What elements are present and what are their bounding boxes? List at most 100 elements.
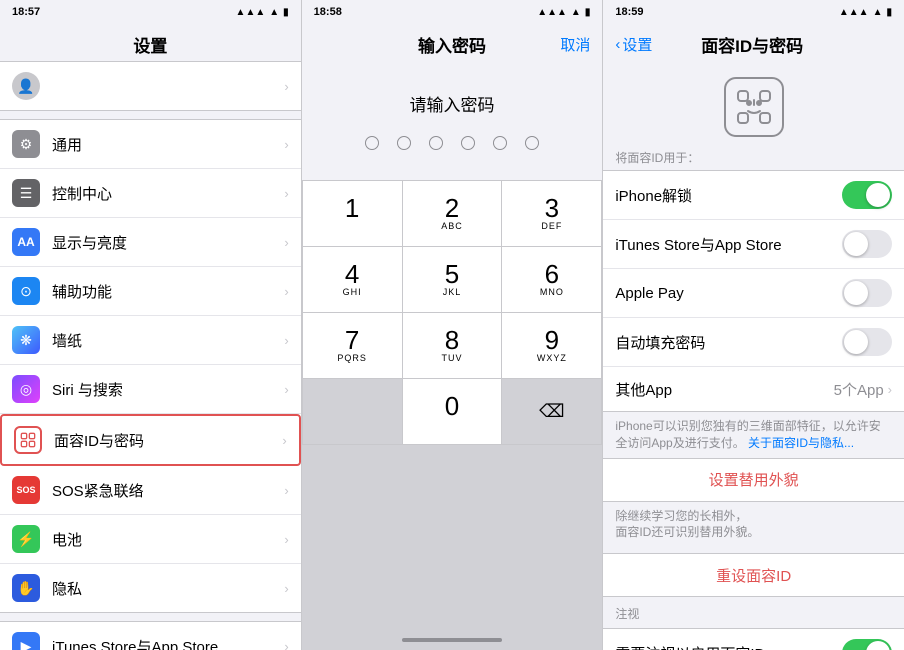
status-icons-1: ▲▲▲ ▲ ▮ <box>236 7 289 18</box>
faceid-item-autofill: 自动填充密码 <box>603 318 904 367</box>
toggle-thumb-attention <box>866 641 890 650</box>
time-1: 18:57 <box>12 6 40 18</box>
settings-panel: 18:57 ▲▲▲ ▲ ▮ 设置 👤 › ⚙ 通用 › ☰ 控制中心 <box>0 0 302 650</box>
key-1[interactable]: 1 <box>303 181 403 247</box>
keypad: 1 2 ABC 3 DEF 4 GHI 5 JKL 6 MNO 7 PQRS 8 <box>302 180 603 445</box>
sos-icon: SOS <box>12 476 40 504</box>
battery-icon: ▮ <box>283 7 289 18</box>
toggle-autofill[interactable] <box>842 328 892 356</box>
settings-item-general[interactable]: ⚙ 通用 › <box>0 120 301 169</box>
faceid-item-itunes: iTunes Store与App Store <box>603 220 904 269</box>
key-6[interactable]: 6 MNO <box>502 247 602 313</box>
key-9[interactable]: 9 WXYZ <box>502 313 602 379</box>
settings-item-faceid[interactable]: 面容ID与密码 › <box>0 414 301 466</box>
faceid-item-otherapps[interactable]: 其他App 5个App › <box>603 367 904 411</box>
faceid-toggle-group: iPhone解锁 iTunes Store与App Store Apple Pa… <box>603 170 904 412</box>
key-delete[interactable]: ⌫ <box>502 379 602 445</box>
wallpaper-icon: ❋ <box>12 326 40 354</box>
dot-1 <box>365 136 379 150</box>
signal-icon-3: ▲▲▲ <box>839 7 869 18</box>
passcode-dots <box>302 136 603 150</box>
key-5[interactable]: 5 JKL <box>403 247 503 313</box>
faceid-symbol <box>724 77 784 137</box>
battery-settings-icon: ⚡ <box>12 525 40 553</box>
passcode-nav-title: 输入密码 <box>418 32 486 57</box>
settings-item-sos[interactable]: SOS SOS紧急联络 › <box>0 466 301 515</box>
wifi-icon-2: ▲ <box>571 7 581 18</box>
settings-item-battery[interactable]: ⚡ 电池 › <box>0 515 301 564</box>
faceid-nav-title: 面容ID与密码 <box>652 32 852 57</box>
dot-3 <box>429 136 443 150</box>
settings-section-top: 👤 › <box>0 61 301 111</box>
faceid-icon-area <box>603 61 904 145</box>
toggle-thumb-autofill <box>844 330 868 354</box>
key-0[interactable]: 0 <box>403 379 503 445</box>
settings-item-display[interactable]: AA 显示与亮度 › <box>0 218 301 267</box>
settings-item-control[interactable]: ☰ 控制中心 › <box>0 169 301 218</box>
dot-4 <box>461 136 475 150</box>
settings-section-bottom: ▶ iTunes Store与App Store › ◼ 钱包与Apple Pa… <box>0 621 301 650</box>
status-bar-2: 18:58 ▲▲▲ ▲ ▮ <box>302 0 603 24</box>
wifi-icon: ▲ <box>269 7 279 18</box>
itunes-icon: ▶ <box>12 632 40 650</box>
toggle-attention[interactable] <box>842 639 892 650</box>
passcode-nav: 输入密码 取消 <box>302 24 603 61</box>
settings-item-siri[interactable]: ◎ Siri 与搜索 › <box>0 365 301 414</box>
home-bar-area <box>302 445 603 650</box>
faceid-nav: ‹ 设置 面容ID与密码 <box>603 24 904 61</box>
toggle-thumb <box>866 183 890 207</box>
setup-alt-button[interactable]: 设置替用外貌 <box>603 458 904 502</box>
status-bar-3: 18:59 ▲▲▲ ▲ ▮ <box>603 0 904 24</box>
display-icon: AA <box>12 228 40 256</box>
key-2[interactable]: 2 ABC <box>403 181 503 247</box>
key-empty <box>303 379 403 445</box>
dot-2 <box>397 136 411 150</box>
passcode-panel: 18:58 ▲▲▲ ▲ ▮ 输入密码 取消 请输入密码 1 2 ABC 3 DE… <box>302 0 604 650</box>
wifi-icon-3: ▲ <box>873 7 883 18</box>
toggle-thumb-itunes <box>844 232 868 256</box>
passcode-prompt: 请输入密码 <box>302 91 603 116</box>
faceid-item-iphone-unlock: iPhone解锁 <box>603 171 904 220</box>
back-label: 设置 <box>622 34 652 55</box>
siri-icon: ◎ <box>12 375 40 403</box>
toggle-iphone-unlock[interactable] <box>842 181 892 209</box>
faceid-privacy-link[interactable]: 关于面容ID与隐私... <box>748 436 854 450</box>
notice-section: 注视 <box>603 597 904 628</box>
toggle-thumb-applepay <box>844 281 868 305</box>
settings-item-access[interactable]: ⊙ 辅助功能 › <box>0 267 301 316</box>
control-icon: ☰ <box>12 179 40 207</box>
faceid-content: 将面容ID用于： iPhone解锁 iTunes Store与App Store… <box>603 61 904 650</box>
key-7[interactable]: 7 PQRS <box>303 313 403 379</box>
faceid-panel: 18:59 ▲▲▲ ▲ ▮ ‹ 设置 面容ID与密码 <box>603 0 904 650</box>
toggle-itunes[interactable] <box>842 230 892 258</box>
time-2: 18:58 <box>314 6 342 18</box>
battery-icon-2: ▮ <box>585 7 591 18</box>
chevron-otherapps: › <box>888 382 892 397</box>
key-3[interactable]: 3 DEF <box>502 181 602 247</box>
chevron-left-icon: ‹ <box>615 36 620 53</box>
settings-item-profile[interactable]: 👤 › <box>0 62 301 110</box>
time-3: 18:59 <box>615 6 643 18</box>
settings-section-main: ⚙ 通用 › ☰ 控制中心 › AA 显示与亮度 › ⊙ 辅助功能 › ❋ 墙纸 <box>0 119 301 613</box>
key-4[interactable]: 4 GHI <box>303 247 403 313</box>
settings-item-privacy[interactable]: ✋ 隐私 › <box>0 564 301 612</box>
passcode-cancel-button[interactable]: 取消 <box>560 34 590 55</box>
access-icon: ⊙ <box>12 277 40 305</box>
settings-item-itunes[interactable]: ▶ iTunes Store与App Store › <box>0 622 301 650</box>
notice-toggle-group: 需要注视以启用面容ID <box>603 628 904 650</box>
key-8[interactable]: 8 TUV <box>403 313 503 379</box>
back-button[interactable]: ‹ 设置 <box>615 34 652 55</box>
reset-faceid-button[interactable]: 重设面容ID <box>603 553 904 597</box>
signal-icon-2: ▲▲▲ <box>537 7 567 18</box>
delete-icon: ⌫ <box>539 401 564 422</box>
faceid-item-applepay: Apple Pay <box>603 269 904 318</box>
privacy-icon: ✋ <box>12 574 40 602</box>
profile-icon: 👤 <box>12 72 40 100</box>
settings-item-wallpaper[interactable]: ❋ 墙纸 › <box>0 316 301 365</box>
toggle-applepay[interactable] <box>842 279 892 307</box>
settings-list: 👤 › ⚙ 通用 › ☰ 控制中心 › AA 显示与亮度 › <box>0 61 301 650</box>
general-icon: ⚙ <box>12 130 40 158</box>
notice-item-attention: 需要注视以启用面容ID <box>603 629 904 650</box>
status-icons-2: ▲▲▲ ▲ ▮ <box>537 7 590 18</box>
dot-5 <box>493 136 507 150</box>
